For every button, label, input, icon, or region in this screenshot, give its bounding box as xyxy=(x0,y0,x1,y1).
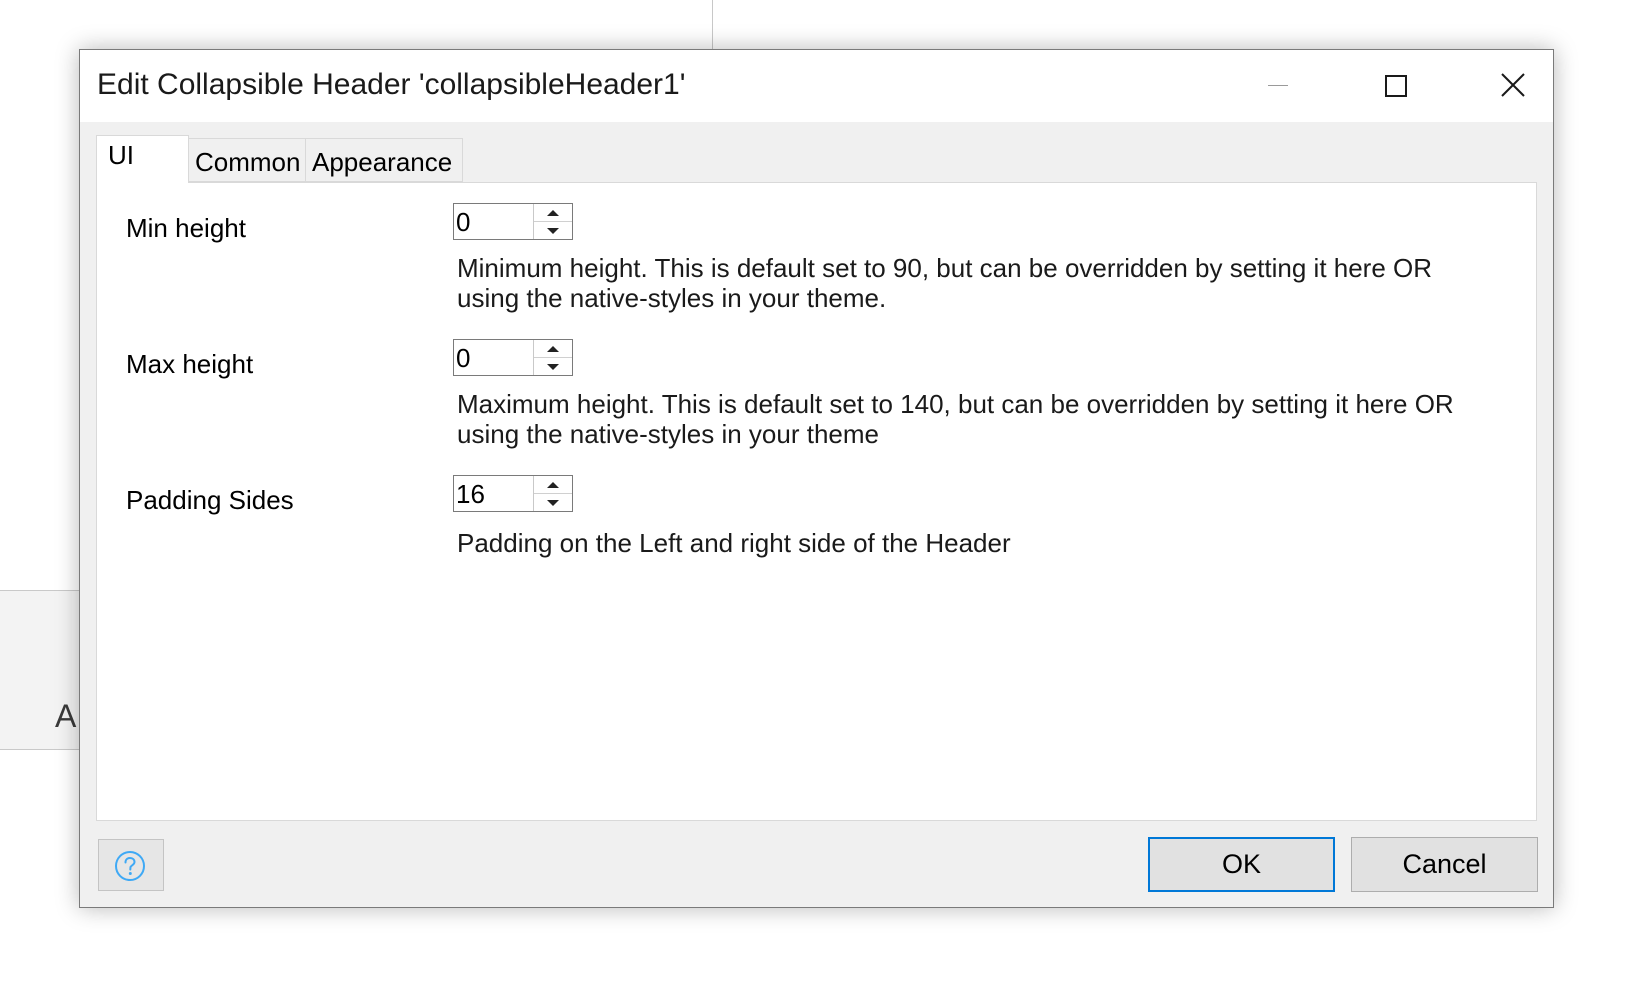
title-bar[interactable]: Edit Collapsible Header 'collapsibleHead… xyxy=(80,50,1553,122)
arrow-down-icon xyxy=(547,499,559,506)
dialog-title: Edit Collapsible Header 'collapsibleHead… xyxy=(97,68,686,101)
max-height-decrement-button[interactable] xyxy=(534,358,572,375)
tab-common[interactable]: Common xyxy=(189,138,306,182)
background-divider xyxy=(712,0,713,50)
padding-sides-value[interactable]: 16 xyxy=(456,479,485,510)
arrow-up-icon xyxy=(547,209,559,216)
tab-content-panel: Min height 0 Minimum height. This is def… xyxy=(96,182,1537,821)
min-height-label: Min height xyxy=(126,213,246,243)
arrow-down-icon xyxy=(547,363,559,370)
arrow-down-icon xyxy=(547,227,559,234)
max-height-value[interactable]: 0 xyxy=(456,343,470,374)
padding-sides-arrows xyxy=(533,476,572,511)
arrow-up-icon xyxy=(547,481,559,488)
max-height-label: Max height xyxy=(126,349,254,379)
min-height-stepper[interactable]: 0 xyxy=(453,203,573,240)
help-button[interactable] xyxy=(98,839,164,891)
help-question-icon xyxy=(115,851,145,881)
close-icon xyxy=(1501,73,1525,97)
padding-sides-description: Padding on the Left and right side of th… xyxy=(457,528,1011,558)
tab-ui[interactable]: UI xyxy=(96,135,189,183)
ok-button[interactable]: OK xyxy=(1148,837,1335,892)
arrow-up-icon xyxy=(547,345,559,352)
min-height-decrement-button[interactable] xyxy=(534,222,572,239)
max-height-stepper[interactable]: 0 xyxy=(453,339,573,376)
background-panel xyxy=(0,590,90,750)
minimize-icon xyxy=(1268,85,1288,86)
close-button[interactable] xyxy=(1462,50,1562,122)
padding-sides-stepper[interactable]: 16 xyxy=(453,475,573,512)
max-height-arrows xyxy=(533,340,572,375)
cancel-button[interactable]: Cancel xyxy=(1351,837,1538,892)
maximize-icon xyxy=(1385,75,1407,97)
min-height-increment-button[interactable] xyxy=(534,204,572,222)
min-height-value[interactable]: 0 xyxy=(456,207,470,238)
min-height-arrows xyxy=(533,204,572,239)
edit-dialog: Edit Collapsible Header 'collapsibleHead… xyxy=(79,49,1554,908)
background-partial-text: A xyxy=(55,698,77,734)
minimize-button[interactable] xyxy=(1228,50,1328,122)
min-height-description: Minimum height. This is default set to 9… xyxy=(457,253,1433,313)
max-height-description: Maximum height. This is default set to 1… xyxy=(457,389,1454,449)
padding-sides-increment-button[interactable] xyxy=(534,476,572,494)
max-height-increment-button[interactable] xyxy=(534,340,572,358)
tab-appearance[interactable]: Appearance xyxy=(306,138,463,182)
padding-sides-label: Padding Sides xyxy=(126,485,294,515)
maximize-button[interactable] xyxy=(1345,50,1445,122)
padding-sides-decrement-button[interactable] xyxy=(534,494,572,511)
